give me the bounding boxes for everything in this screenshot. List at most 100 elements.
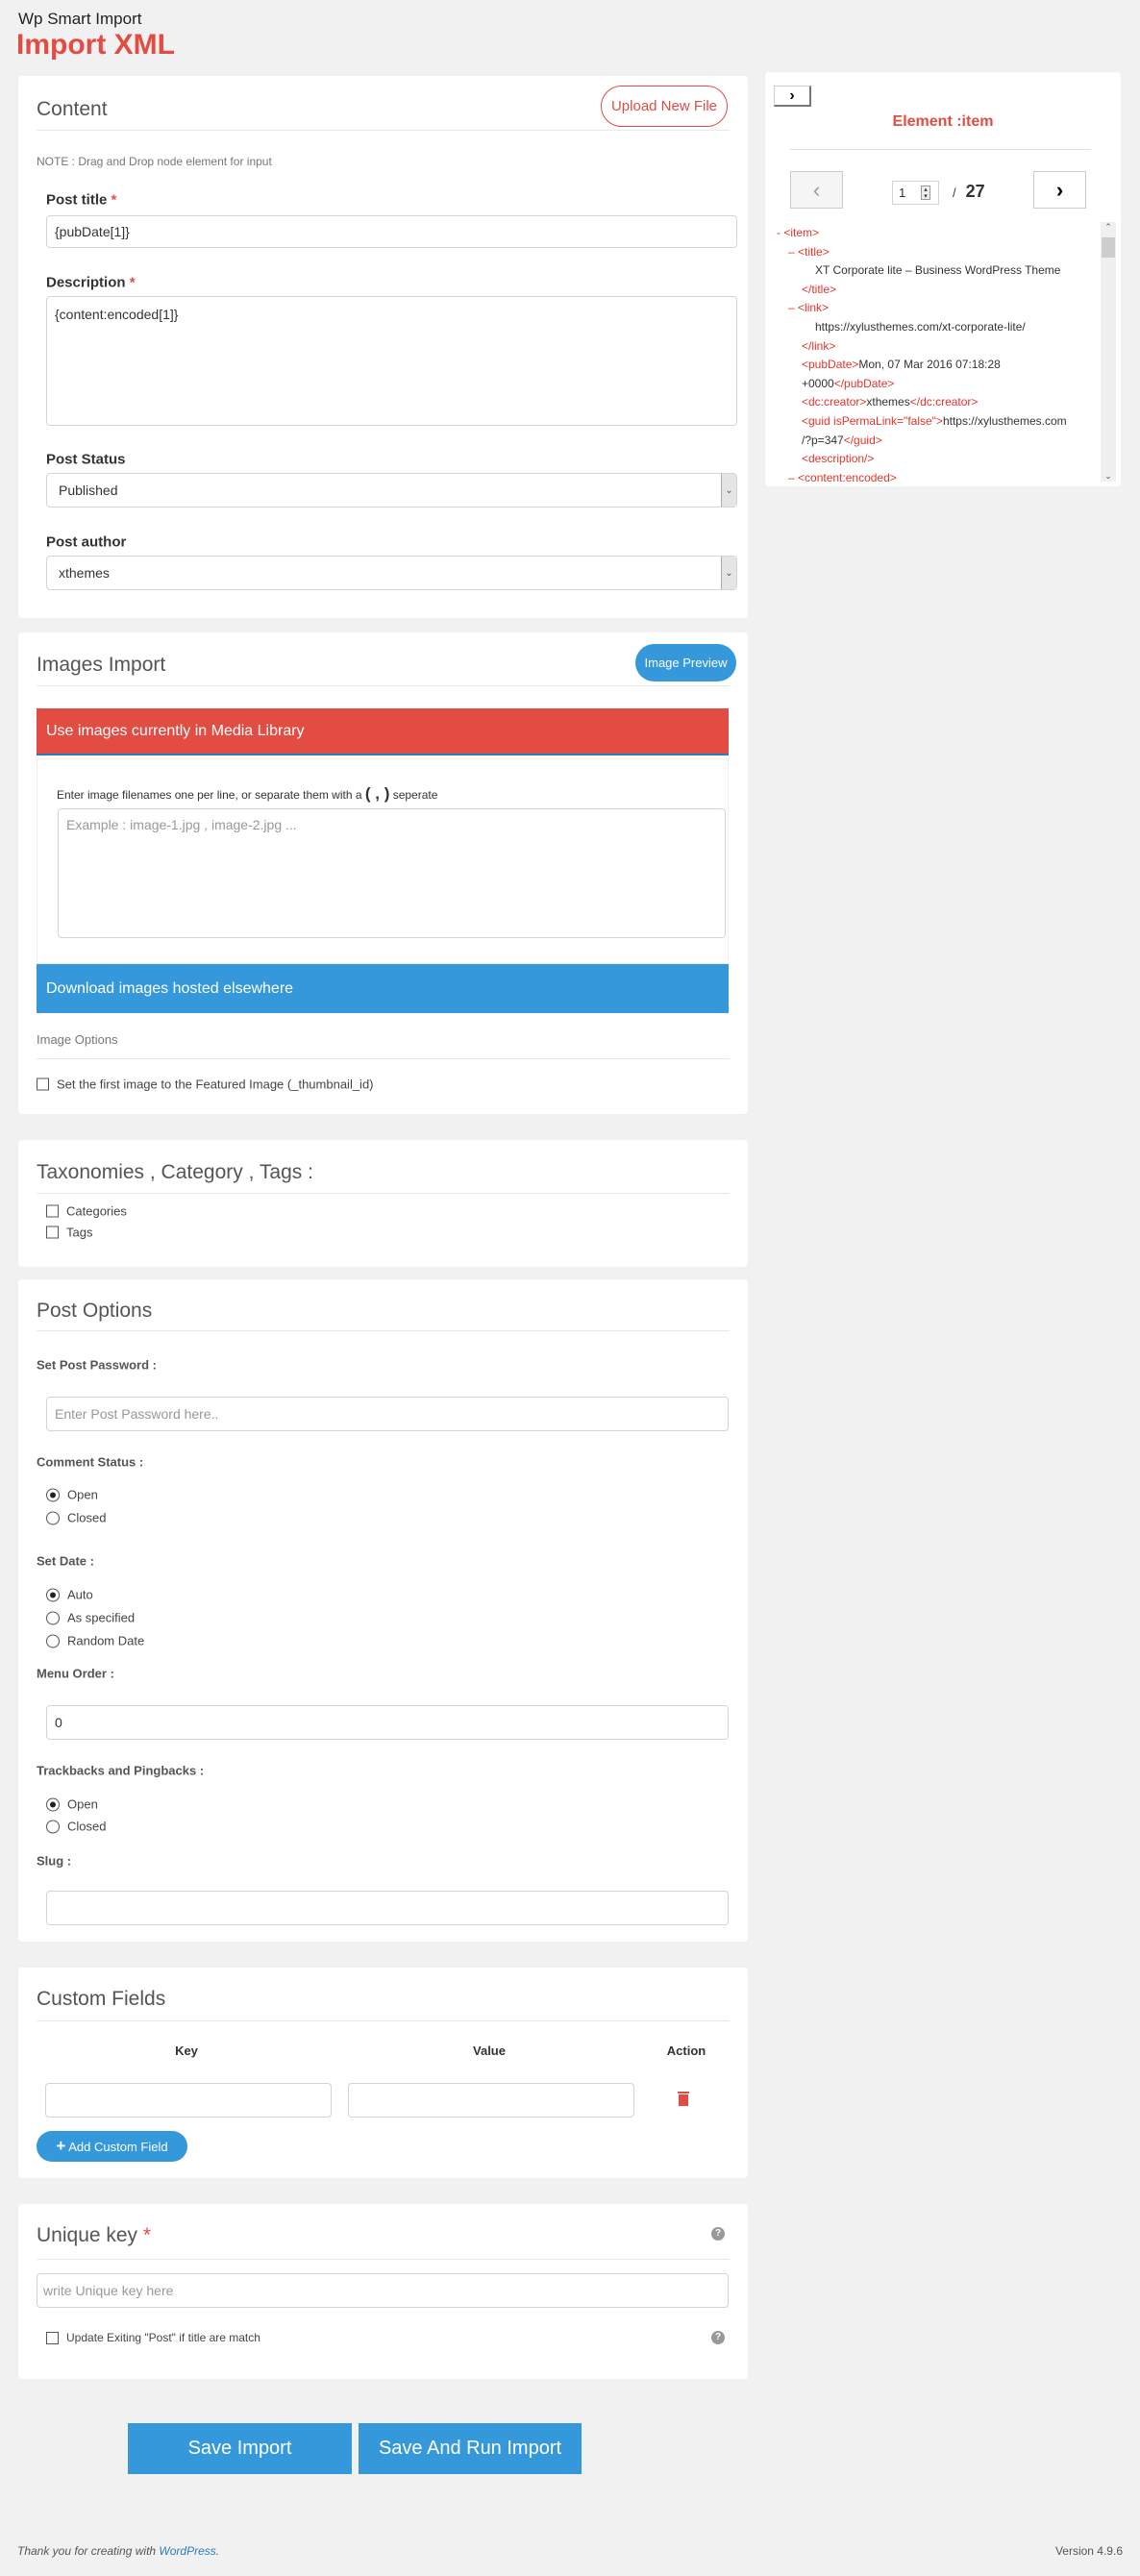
xml-panel: › Element :item ‹ 1 ▴ ▾ / 27 › - <item> – <… (765, 72, 1121, 486)
password-input[interactable]: Enter Post Password here.. (46, 1397, 729, 1431)
xml-open: <content:encoded> (798, 470, 897, 482)
post-status-label: Post Status (46, 451, 126, 468)
chevron-right-icon: › (789, 87, 795, 104)
update-existing-checkbox[interactable] (46, 2331, 59, 2344)
help-icon[interactable]: ? (711, 2227, 725, 2241)
xml-line[interactable]: </link> (777, 337, 1099, 357)
wordpress-link[interactable]: WordPress (159, 2544, 215, 2558)
post-title-input[interactable]: {pubDate[1]} (46, 215, 737, 248)
xml-line[interactable]: <pubDate>Mon, 07 Mar 2016 07:18:28 (777, 356, 1099, 375)
date-auto-radio[interactable]: Auto (46, 1588, 93, 1602)
xml-tree[interactable]: - <item> – <title> XT Corporate lite – Bus… (777, 224, 1099, 482)
radio[interactable] (46, 1588, 60, 1601)
divider (790, 149, 1091, 150)
taxonomies-title: Taxonomies , Category , Tags : (37, 1161, 313, 1183)
xml-text: Mon, 07 Mar 2016 07:18:28 (858, 358, 1001, 372)
download-elsewhere-tab[interactable]: Download images hosted elsewhere (37, 964, 729, 1013)
comment-closed-radio[interactable]: Closed (46, 1511, 106, 1525)
tags-checkbox-row[interactable]: Tags (46, 1226, 92, 1240)
xml-line[interactable]: https://xylusthemes.com/xt-corporate-lit… (777, 318, 1099, 337)
xml-line[interactable]: – <content:encoded> (777, 469, 1099, 482)
help-icon[interactable]: ? (711, 2331, 725, 2344)
element-page-input[interactable]: 1 ▴ ▾ (892, 181, 939, 205)
post-author-select[interactable]: xthemes ⌄ (46, 556, 737, 590)
xml-close: </guid> (843, 433, 882, 447)
xml-line[interactable]: </title> (777, 281, 1099, 300)
prev-element-button[interactable]: ‹ (790, 171, 843, 209)
date-as-specified-radio[interactable]: As specified (46, 1611, 135, 1625)
post-options-card: Post Options Set Post Password : Enter P… (18, 1279, 748, 1942)
categories-checkbox-row[interactable]: Categories (46, 1204, 127, 1219)
xml-line[interactable]: XT Corporate lite – Business WordPress T… (777, 261, 1099, 281)
image-preview-button[interactable]: Image Preview (635, 644, 736, 681)
categories-checkbox[interactable] (46, 1204, 59, 1218)
xml-open: <item> (783, 226, 820, 239)
trackbacks-open-radio[interactable]: Open (46, 1797, 98, 1812)
xml-line[interactable]: <dc:creator>xthemes</dc:creator> (777, 393, 1099, 412)
media-library-tab[interactable]: Use images currently in Media Library (37, 708, 729, 755)
xml-line[interactable]: - <item> (777, 224, 1099, 243)
xml-open: <pubDate> (802, 358, 859, 372)
upload-new-file-button[interactable]: Upload New File (601, 86, 728, 127)
toggle-panel-button[interactable]: › (774, 86, 811, 107)
spinner-icon[interactable]: ▴ ▾ (921, 186, 930, 200)
post-status-select[interactable]: Published ⌄ (46, 473, 737, 508)
radio[interactable] (46, 1634, 60, 1647)
save-import-button[interactable]: Save Import (128, 2423, 352, 2474)
comment-status-label: Comment Status : (37, 1454, 144, 1470)
trackbacks-label: Trackbacks and Pingbacks : (37, 1763, 205, 1778)
unique-key-title: Unique key * (37, 2224, 152, 2246)
radio[interactable] (46, 1488, 60, 1501)
trackbacks-closed-radio[interactable]: Closed (46, 1820, 106, 1834)
xml-open: </link> (802, 338, 836, 353)
xml-line[interactable]: – <link> (777, 299, 1099, 318)
xml-pre: – (788, 470, 799, 482)
trash-icon[interactable] (678, 2092, 689, 2107)
scroll-thumb[interactable] (1102, 237, 1115, 258)
xml-line[interactable]: /?p=347</guid> (777, 432, 1099, 451)
update-existing-checkbox-row[interactable]: Update Exiting "Post" if title are match (46, 2331, 260, 2344)
unique-key-input[interactable]: write Unique key here (37, 2273, 729, 2308)
menu-order-input[interactable]: 0 (46, 1705, 729, 1740)
xml-line[interactable]: – <title> (777, 243, 1099, 262)
slug-input[interactable] (46, 1891, 729, 1925)
radio[interactable] (46, 1820, 60, 1833)
tags-checkbox[interactable] (46, 1226, 59, 1239)
divider (37, 1058, 730, 1059)
menu-order-label: Menu Order : (37, 1666, 114, 1681)
featured-image-checkbox[interactable] (37, 1077, 49, 1091)
scroll-up-icon[interactable]: ⌃ (1101, 222, 1116, 237)
save-and-run-import-button[interactable]: Save And Run Import (359, 2423, 582, 2474)
chevron-down-icon: ⌄ (721, 557, 736, 589)
radio[interactable] (46, 1511, 60, 1524)
date-random-radio[interactable]: Random Date (46, 1634, 144, 1648)
radio[interactable] (46, 1611, 60, 1624)
next-element-button[interactable]: › (1033, 171, 1086, 209)
xml-line[interactable]: <guid isPermaLink="false">https://xylust… (777, 412, 1099, 432)
xml-text: /?p=347 (802, 433, 844, 447)
add-custom-field-button[interactable]: + Add Custom Field (37, 2131, 187, 2162)
featured-image-checkbox-row[interactable]: Set the first image to the Featured Imag… (37, 1077, 374, 1092)
custom-field-key-input[interactable] (45, 2083, 332, 2118)
custom-field-value-input[interactable] (348, 2083, 634, 2118)
scroll-down-icon[interactable]: ⌄ (1101, 471, 1116, 482)
image-options-label: Image Options (37, 1032, 118, 1047)
description-textarea[interactable]: {content:encoded[1]} (46, 296, 737, 426)
key-column-header: Key (175, 2043, 198, 2058)
scrollbar[interactable]: ⌃ ⌄ (1101, 222, 1116, 482)
slug-label: Slug : (37, 1853, 72, 1869)
divider (37, 2259, 730, 2260)
note-text: NOTE : Drag and Drop node element for in… (37, 155, 272, 168)
description-label: Description * (46, 274, 136, 291)
filenames-textarea[interactable]: Example : image-1.jpg , image-2.jpg ... (58, 808, 726, 938)
comment-open-radio[interactable]: Open (46, 1488, 98, 1502)
xml-line[interactable]: +0000</pubDate> (777, 375, 1099, 394)
xml-text: https://xylusthemes.com (942, 413, 1067, 428)
chevron-right-icon: › (1055, 177, 1064, 202)
radio[interactable] (46, 1797, 60, 1811)
post-title-label: Post title * (46, 191, 117, 209)
xml-text: xthemes (866, 395, 910, 409)
xml-line[interactable]: <description/> (777, 450, 1099, 469)
divider (37, 130, 730, 131)
xml-open: <description/> (802, 452, 875, 466)
